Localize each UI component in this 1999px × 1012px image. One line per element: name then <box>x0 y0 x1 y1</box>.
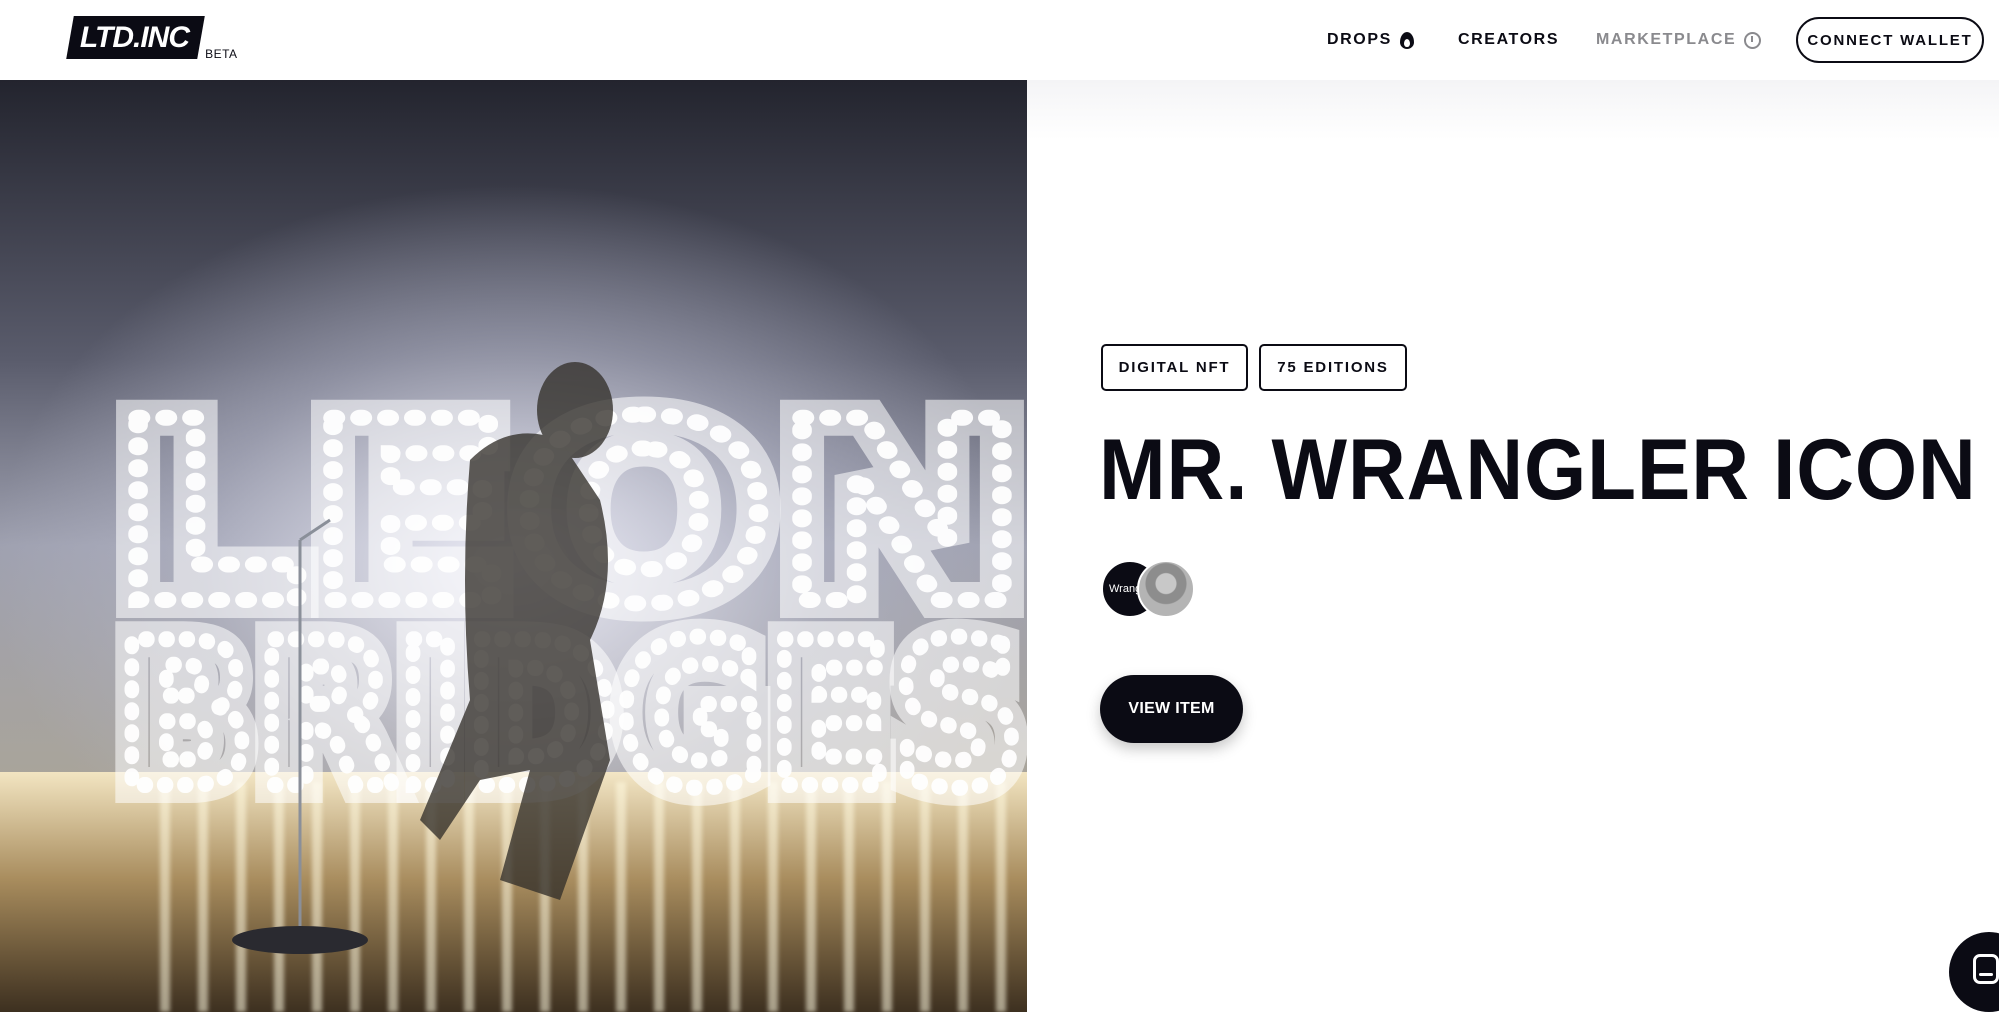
item-title: MR. WRANGLER ICON <box>1099 422 1977 518</box>
mic-stand-base <box>232 926 368 954</box>
nav-drops[interactable]: DROPS <box>1327 31 1414 49</box>
site-header: LTD.INC BETA DROPS CREATORS MARKETPLACE … <box>0 0 1999 80</box>
nav-marketplace-label: MARKETPLACE <box>1596 31 1737 48</box>
creator-avatars: Wrang <box>1101 560 1201 618</box>
tag-digital-nft: DIGITAL NFT <box>1101 344 1248 391</box>
hero-artwork-image[interactable]: LEON LEON BRIDGES BRIDGES <box>0 80 1027 1012</box>
nav-drops-label: DROPS <box>1327 31 1392 48</box>
connect-wallet-button[interactable]: CONNECT WALLET <box>1796 17 1984 63</box>
chat-icon <box>1973 954 1999 984</box>
logo[interactable]: LTD.INC BETA <box>66 16 238 61</box>
item-detail-panel <box>1027 80 1999 1012</box>
nav-marketplace[interactable]: MARKETPLACE <box>1596 31 1762 49</box>
view-item-button[interactable]: VIEW ITEM <box>1100 675 1243 743</box>
nav-creators-label: CREATORS <box>1458 31 1560 48</box>
creator-avatar[interactable] <box>1137 560 1195 618</box>
item-tags: DIGITAL NFT 75 EDITIONS <box>1101 344 1418 391</box>
stopwatch-icon <box>1744 31 1762 49</box>
flame-icon <box>1399 31 1414 49</box>
marquee-sign: LEON LEON BRIDGES BRIDGES <box>92 350 1027 954</box>
beta-label: BETA <box>205 47 238 61</box>
nav-creators[interactable]: CREATORS <box>1458 31 1559 49</box>
tag-editions: 75 EDITIONS <box>1259 344 1407 391</box>
logo-mark: LTD.INC <box>66 16 205 59</box>
